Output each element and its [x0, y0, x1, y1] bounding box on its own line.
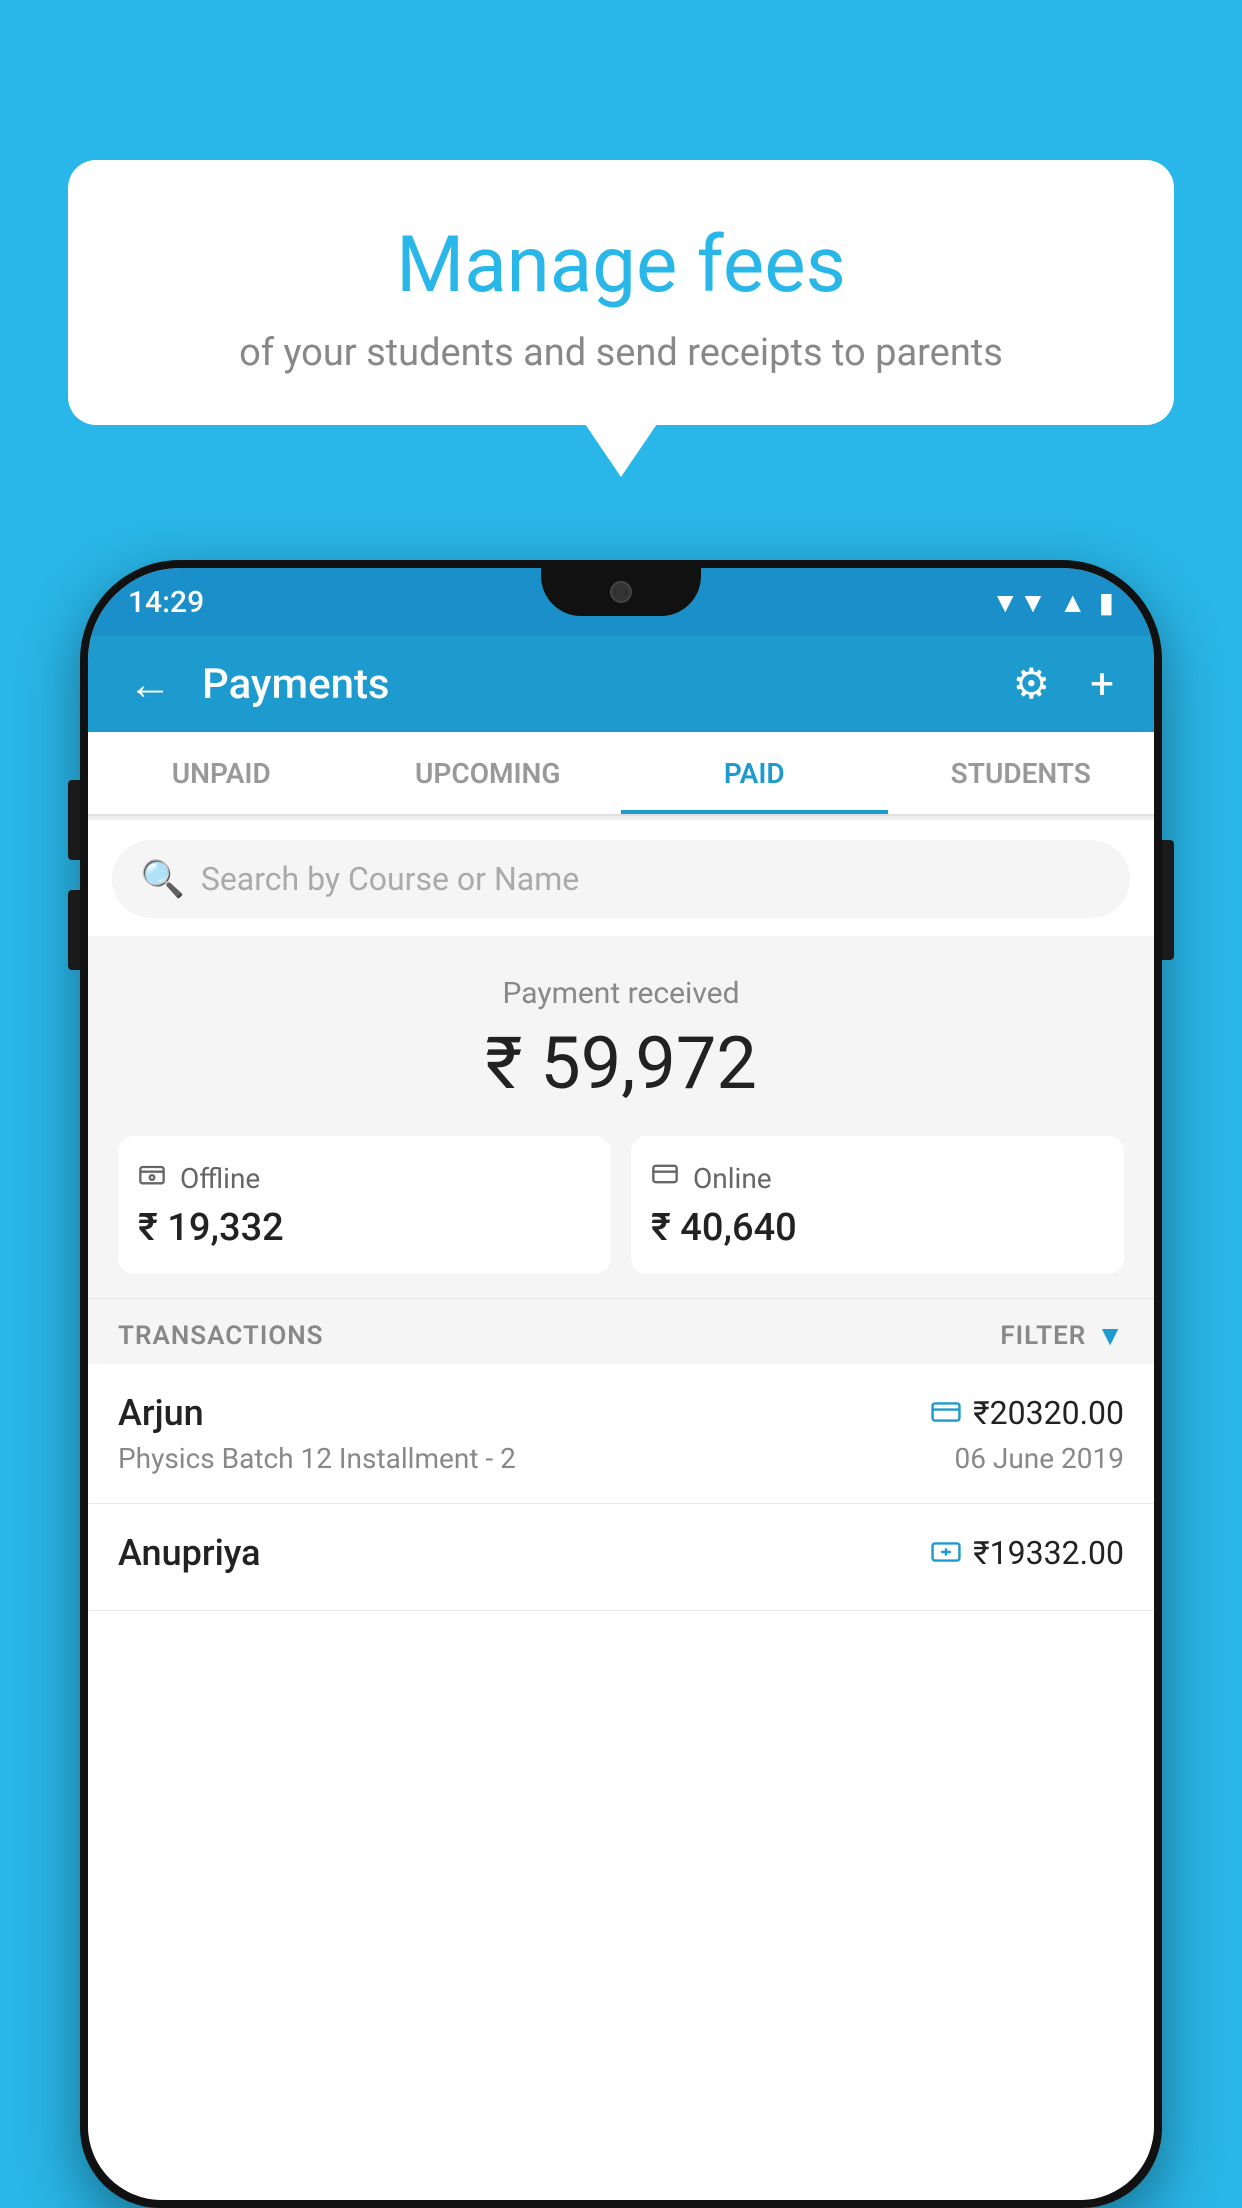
- app-title: Payments: [202, 660, 983, 709]
- search-container: 🔍 Search by Course or Name: [88, 820, 1154, 938]
- transaction-date: 06 June 2019: [954, 1442, 1124, 1475]
- transaction-amount: ₹19332.00: [973, 1534, 1124, 1572]
- online-icon: [651, 1160, 679, 1196]
- signal-icon: ▲: [1059, 586, 1087, 619]
- settings-button[interactable]: ⚙: [1003, 649, 1061, 719]
- online-card: Online ₹ 40,640: [631, 1136, 1124, 1274]
- back-button[interactable]: ←: [118, 648, 182, 720]
- phone-frame: 14:29 ▼▼ ▲ ▮ ← Payments ⚙ + UNPAID: [80, 560, 1162, 2208]
- filter-label: FILTER: [1000, 1321, 1086, 1351]
- amount-wrap: ₹20320.00: [931, 1394, 1124, 1432]
- tab-bar: UNPAID UPCOMING PAID STUDENTS: [88, 732, 1154, 816]
- amount-wrap: ₹19332.00: [931, 1534, 1124, 1572]
- search-icon: 🔍: [140, 858, 185, 900]
- online-amount: ₹ 40,640: [651, 1206, 1104, 1250]
- online-label: Online: [693, 1162, 772, 1195]
- tab-paid[interactable]: PAID: [621, 732, 888, 814]
- speech-bubble: Manage fees of your students and send re…: [68, 160, 1174, 425]
- status-time: 14:29: [128, 585, 204, 620]
- payment-summary: Payment received ₹ 59,972: [88, 936, 1154, 1304]
- transaction-amount: ₹20320.00: [973, 1394, 1124, 1432]
- offline-icon: [138, 1160, 166, 1196]
- transaction-name: Arjun: [118, 1392, 204, 1434]
- table-row[interactable]: Arjun ₹20320.00 Physics: [88, 1364, 1154, 1504]
- phone-screen: 14:29 ▼▼ ▲ ▮ ← Payments ⚙ + UNPAID: [88, 568, 1154, 2200]
- transaction-course: Physics Batch 12 Installment - 2: [118, 1442, 516, 1475]
- transaction-name: Anupriya: [118, 1532, 261, 1574]
- payment-label: Payment received: [118, 976, 1124, 1011]
- search-placeholder: Search by Course or Name: [201, 860, 579, 898]
- tab-students[interactable]: STUDENTS: [888, 732, 1155, 814]
- status-icons: ▼▼ ▲ ▮: [991, 586, 1114, 619]
- offline-card: Offline ₹ 19,332: [118, 1136, 611, 1274]
- transactions-header: TRANSACTIONS FILTER ▼: [88, 1298, 1154, 1372]
- phone-notch: [541, 568, 701, 616]
- volume-button-2: [68, 890, 80, 970]
- offline-label: Offline: [180, 1162, 260, 1195]
- transaction-list: Arjun ₹20320.00 Physics: [88, 1364, 1154, 2200]
- search-bar[interactable]: 🔍 Search by Course or Name: [112, 840, 1130, 918]
- tab-unpaid[interactable]: UNPAID: [88, 732, 355, 814]
- offline-amount: ₹ 19,332: [138, 1206, 591, 1250]
- table-row[interactable]: Anupriya ₹19332.00: [88, 1504, 1154, 1611]
- add-button[interactable]: +: [1080, 650, 1124, 719]
- volume-button: [68, 780, 80, 860]
- cash-payment-icon: [931, 1536, 961, 1571]
- power-button: [1162, 840, 1174, 960]
- filter-button[interactable]: FILTER ▼: [1000, 1319, 1124, 1352]
- tab-upcoming[interactable]: UPCOMING: [355, 732, 622, 814]
- app-bar: ← Payments ⚙ +: [88, 636, 1154, 732]
- payment-total: ₹ 59,972: [118, 1021, 1124, 1106]
- bubble-subtitle: of your students and send receipts to pa…: [118, 331, 1124, 375]
- filter-icon: ▼: [1096, 1319, 1124, 1352]
- wifi-icon: ▼▼: [991, 586, 1046, 619]
- transactions-label: TRANSACTIONS: [118, 1321, 324, 1351]
- battery-icon: ▮: [1099, 586, 1114, 619]
- payment-cards: Offline ₹ 19,332 Online: [118, 1136, 1124, 1274]
- front-camera: [610, 581, 632, 603]
- card-payment-icon: [931, 1396, 961, 1431]
- bubble-title: Manage fees: [118, 220, 1124, 311]
